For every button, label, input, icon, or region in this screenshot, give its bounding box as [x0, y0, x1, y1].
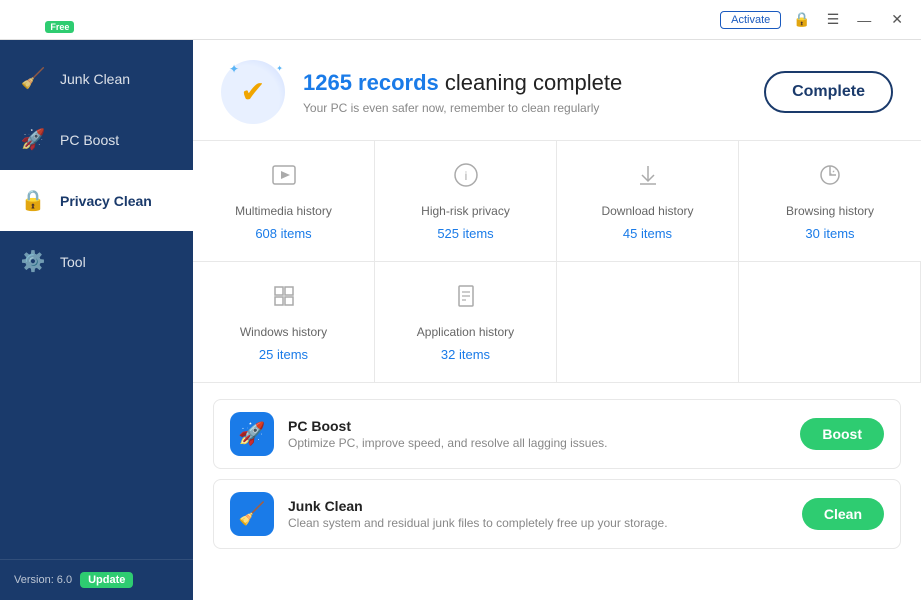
stat-cell-high-risk: i High-risk privacy 525 items: [375, 141, 557, 261]
headline-suffix: cleaning complete: [445, 70, 622, 95]
sidebar-item-junk-clean[interactable]: 🧹 Junk Clean: [0, 48, 193, 109]
content-area: ✦ ✔ ✦ 1265 records cleaning complete You…: [193, 40, 921, 600]
stat-cell-multimedia: Multimedia history 608 items: [193, 141, 375, 261]
windows-icon: [270, 282, 298, 317]
junk-clean-promo-text: Junk Clean Clean system and residual jun…: [288, 498, 788, 530]
high-risk-count: 525 items: [437, 226, 493, 241]
records-count: 1265 records: [303, 70, 439, 95]
complete-button[interactable]: Complete: [764, 71, 893, 113]
update-button[interactable]: Update: [80, 572, 133, 588]
pc-boost-nav-icon: 🚀: [20, 127, 46, 152]
stat-cell-browsing: Browsing history 30 items: [739, 141, 921, 261]
application-icon: [452, 282, 480, 317]
banner-headline: 1265 records cleaning complete: [303, 69, 746, 98]
tool-nav-icon: ⚙️: [20, 249, 46, 274]
junk-clean-promo-action-button[interactable]: Clean: [802, 498, 884, 530]
pc-boost-promo-title: PC Boost: [288, 418, 786, 434]
download-icon: [634, 161, 662, 196]
junk-clean-promo-desc: Clean system and residual junk files to …: [288, 516, 788, 530]
sidebar-item-privacy-clean[interactable]: 🔒 Privacy Clean: [0, 170, 193, 231]
lock-icon: 🔒: [789, 9, 814, 30]
free-badge: Free: [45, 21, 74, 33]
download-count: 45 items: [623, 226, 672, 241]
multimedia-label: Multimedia history: [235, 204, 332, 218]
windows-label: Windows history: [240, 325, 327, 339]
multimedia-count: 608 items: [255, 226, 311, 241]
stat-cell-empty2: [739, 262, 921, 382]
browsing-label: Browsing history: [786, 204, 874, 218]
titlebar-left: CLEAN MASTER for PC Free: [12, 6, 121, 33]
app-branding: CLEAN MASTER for PC Free: [12, 6, 121, 33]
application-label: Application history: [417, 325, 514, 339]
app-title: CLEAN MASTER: [12, 6, 121, 21]
promo-card-pc-boost-promo: 🚀 PC Boost Optimize PC, improve speed, a…: [213, 399, 901, 469]
sparkle-icon-tl: ✦: [229, 62, 239, 76]
multimedia-icon: [270, 161, 298, 196]
junk-clean-promo-icon: 🧹: [230, 492, 274, 536]
svg-text:i: i: [464, 169, 467, 183]
windows-count: 25 items: [259, 347, 308, 362]
minimize-button[interactable]: —: [851, 10, 877, 30]
high-risk-label: High-risk privacy: [421, 204, 510, 218]
banner: ✦ ✔ ✦ 1265 records cleaning complete You…: [193, 40, 921, 141]
download-label: Download history: [601, 204, 693, 218]
promo-card-junk-clean-promo: 🧹 Junk Clean Clean system and residual j…: [213, 479, 901, 549]
sidebar-item-tool[interactable]: ⚙️ Tool: [0, 231, 193, 292]
browsing-count: 30 items: [805, 226, 854, 241]
sparkle-icon-tr: ✦: [276, 64, 283, 73]
application-count: 32 items: [441, 347, 490, 362]
sidebar-nav: 🧹 Junk Clean 🚀 PC Boost 🔒 Privacy Clean …: [0, 40, 193, 559]
privacy-clean-nav-label: Privacy Clean: [60, 193, 152, 209]
stat-cell-windows: Windows history 25 items: [193, 262, 375, 382]
pc-boost-promo-text: PC Boost Optimize PC, improve speed, and…: [288, 418, 786, 450]
stats-row-2: Windows history 25 items Application his…: [193, 262, 921, 383]
browsing-icon: [816, 161, 844, 196]
promo-area: 🚀 PC Boost Optimize PC, improve speed, a…: [193, 383, 921, 600]
stats-row-1: Multimedia history 608 items i High-risk…: [193, 141, 921, 262]
pc-boost-nav-label: PC Boost: [60, 132, 119, 148]
banner-subtext: Your PC is even safer now, remember to c…: [303, 101, 746, 115]
app-subtitle: for PC: [12, 22, 40, 33]
pc-boost-promo-desc: Optimize PC, improve speed, and resolve …: [288, 436, 786, 450]
junk-clean-nav-label: Junk Clean: [60, 71, 130, 87]
titlebar-right: Activate 🔒 ☰ — ✕: [720, 9, 909, 30]
pc-boost-promo-icon: 🚀: [230, 412, 274, 456]
privacy-clean-nav-icon: 🔒: [20, 188, 46, 213]
checkmark-icon: ✔: [240, 75, 265, 110]
sidebar: 🧹 Junk Clean 🚀 PC Boost 🔒 Privacy Clean …: [0, 40, 193, 600]
close-button[interactable]: ✕: [885, 9, 909, 30]
stat-cell-download: Download history 45 items: [557, 141, 739, 261]
banner-text: 1265 records cleaning complete Your PC i…: [303, 69, 746, 116]
banner-icon: ✦ ✔ ✦: [221, 60, 285, 124]
sidebar-footer: Version: 6.0 Update: [0, 559, 193, 600]
sidebar-item-pc-boost[interactable]: 🚀 PC Boost: [0, 109, 193, 170]
high-risk-icon: i: [452, 161, 480, 196]
junk-clean-promo-title: Junk Clean: [288, 498, 788, 514]
activate-button[interactable]: Activate: [720, 11, 781, 29]
titlebar: CLEAN MASTER for PC Free Activate 🔒 ☰ — …: [0, 0, 921, 40]
main-layout: 🧹 Junk Clean 🚀 PC Boost 🔒 Privacy Clean …: [0, 40, 921, 600]
stat-cell-application: Application history 32 items: [375, 262, 557, 382]
junk-clean-nav-icon: 🧹: [20, 66, 46, 91]
tool-nav-label: Tool: [60, 254, 86, 270]
version-label: Version: 6.0: [14, 574, 72, 586]
pc-boost-promo-action-button[interactable]: Boost: [800, 418, 884, 450]
menu-icon[interactable]: ☰: [823, 9, 844, 30]
stat-cell-empty1: [557, 262, 739, 382]
